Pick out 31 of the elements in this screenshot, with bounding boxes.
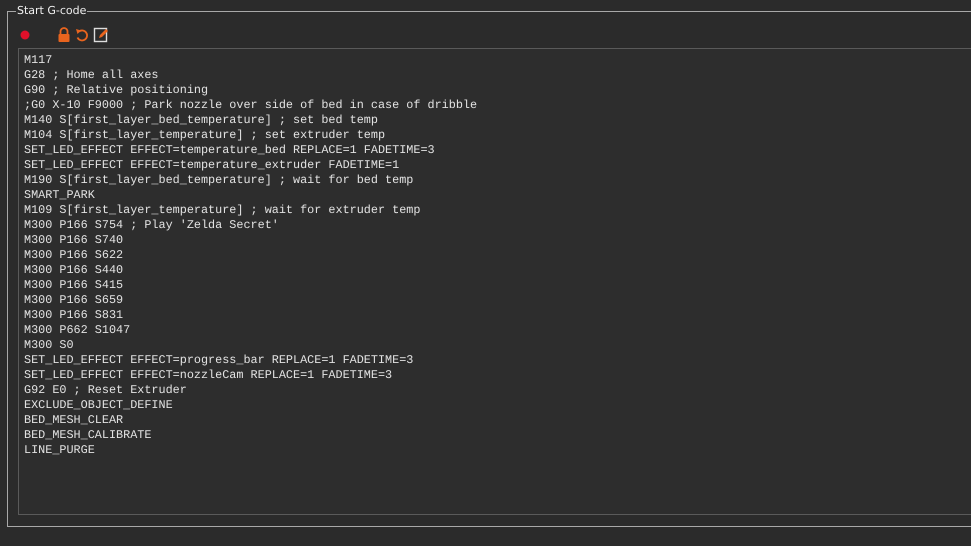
code-line: M190 S[first_layer_bed_temperature] ; wait for bed temp bbox=[24, 173, 414, 188]
code-line: M300 P166 S754 ; Play 'Zelda Secret' bbox=[24, 218, 279, 233]
code-line: M109 S[first_layer_temperature] ; wait for extruder temp bbox=[24, 203, 420, 218]
lock-icon[interactable] bbox=[57, 27, 71, 43]
edit-icon[interactable] bbox=[93, 27, 109, 43]
code-line: M104 S[first_layer_temperature] ; set extruder temp bbox=[24, 128, 386, 143]
code-line: BED_MESH_CLEAR bbox=[24, 413, 124, 428]
code-line: M300 S0 bbox=[24, 338, 74, 353]
code-line: M140 S[first_layer_bed_temperature] ; set bed temp bbox=[24, 113, 378, 128]
status-dot-icon bbox=[19, 29, 31, 41]
code-line: M300 P166 S659 bbox=[24, 293, 124, 308]
code-line: M117 bbox=[24, 53, 52, 68]
code-line: M300 P166 S831 bbox=[24, 308, 124, 323]
code-line: M300 P166 S415 bbox=[24, 278, 124, 293]
code-line: EXCLUDE_OBJECT_DEFINE bbox=[24, 398, 173, 413]
code-line: G90 ; Relative positioning bbox=[24, 83, 208, 98]
code-line: M300 P662 S1047 bbox=[24, 323, 130, 338]
code-line: G28 ; Home all axes bbox=[24, 68, 159, 83]
code-line: LINE_PURGE bbox=[24, 443, 95, 458]
code-line: ;G0 X-10 F9000 ; Park nozzle over side of bed in case of dribble bbox=[24, 98, 478, 113]
code-line: SMART_PARK bbox=[24, 188, 95, 203]
code-line: SET_LED_EFFECT EFFECT=nozzleCam REPLACE=1 FADETIME=3 bbox=[24, 368, 392, 383]
code-line: SET_LED_EFFECT EFFECT=temperature_extruder FADETIME=1 bbox=[24, 158, 400, 173]
code-line: SET_LED_EFFECT EFFECT=progress_bar REPLACE=1 FADETIME=3 bbox=[24, 353, 414, 368]
code-line: SET_LED_EFFECT EFFECT=temperature_bed REPLACE=1 FADETIME=3 bbox=[24, 143, 435, 158]
code-line: G92 E0 ; Reset Extruder bbox=[24, 383, 187, 398]
code-line: BED_MESH_CALIBRATE bbox=[24, 428, 152, 443]
code-line: M300 P166 S622 bbox=[24, 248, 124, 263]
undo-icon[interactable] bbox=[75, 27, 89, 43]
code-line: M300 P166 S440 bbox=[24, 263, 124, 278]
code-line: M300 P166 S740 bbox=[24, 233, 124, 248]
